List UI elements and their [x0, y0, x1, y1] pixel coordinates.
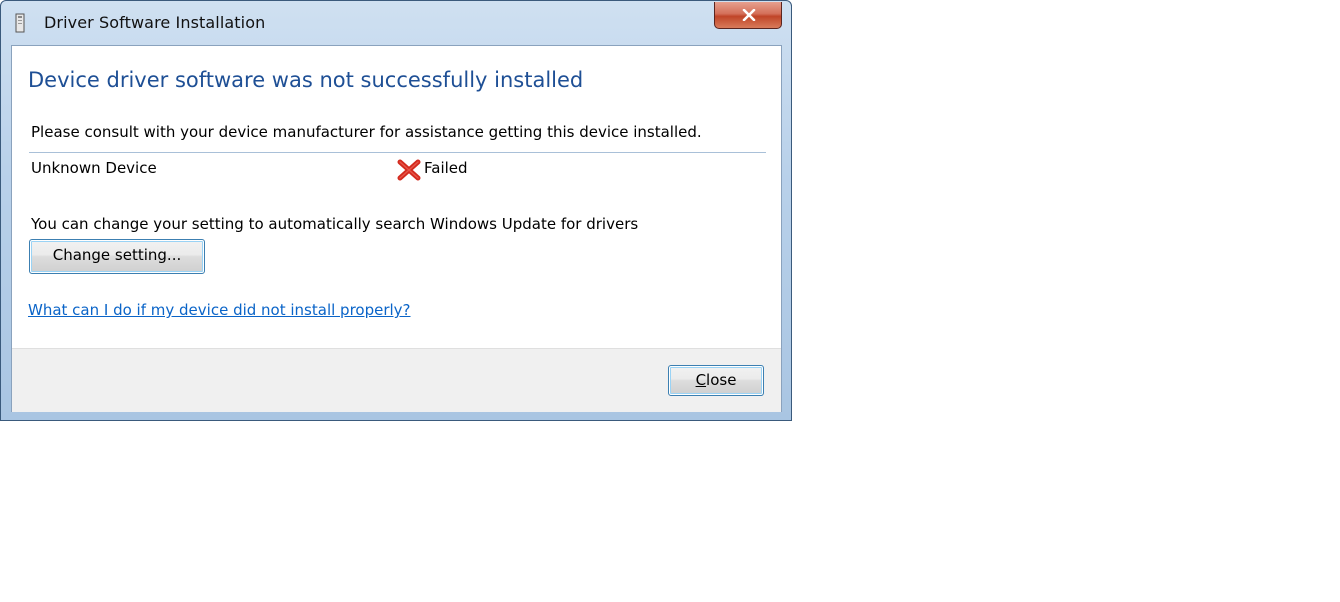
dialog-content: Device driver software was not successfu…	[11, 45, 782, 412]
close-label-rest: lose	[706, 371, 737, 389]
consult-message: Please consult with your device manufact…	[31, 123, 702, 141]
setting-message: You can change your setting to automatic…	[31, 215, 639, 233]
page-title: Device driver software was not successfu…	[28, 68, 584, 92]
close-button[interactable]: Close	[668, 365, 764, 396]
close-label-mnemonic: C	[695, 371, 707, 389]
window-title: Driver Software Installation	[44, 13, 266, 32]
help-link[interactable]: What can I do if my device did not insta…	[28, 301, 411, 319]
title-bar[interactable]: Driver Software Installation	[1, 1, 791, 43]
divider	[29, 152, 766, 153]
dialog-footer: Close	[12, 348, 781, 412]
driver-install-icon	[15, 13, 25, 33]
red-x-icon	[397, 159, 421, 181]
window-close-button[interactable]	[714, 2, 782, 29]
status-label: Failed	[424, 159, 468, 177]
dialog-window: Driver Software Installation Device driv…	[0, 0, 792, 421]
change-setting-button[interactable]: Change setting...	[29, 239, 205, 274]
close-icon	[742, 9, 756, 21]
device-name: Unknown Device	[31, 159, 157, 177]
